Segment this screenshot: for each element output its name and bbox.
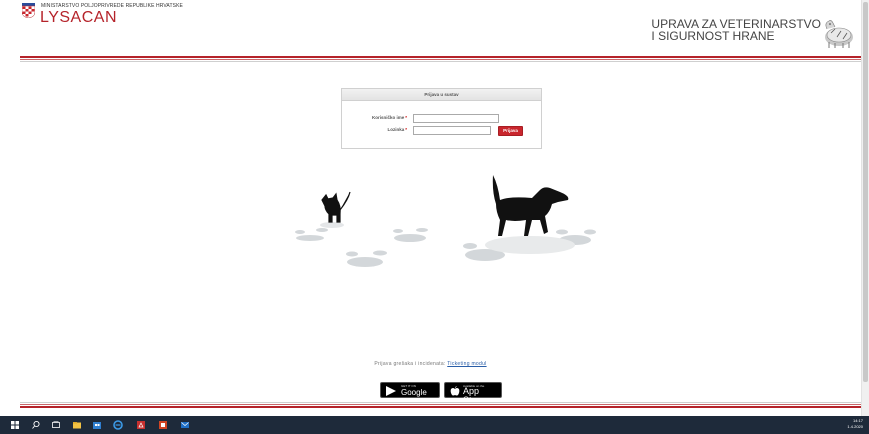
google-play-icon <box>386 386 396 396</box>
login-button[interactable]: Prijava <box>498 126 523 136</box>
taskbar: 14:17 1.4.2020 <box>0 416 869 434</box>
brand-logo[interactable]: LYSACAN <box>40 9 117 27</box>
agency-line-2: I SIGURNOST HRANE <box>651 29 775 43</box>
header-rule <box>20 61 861 62</box>
username-label: Korisničko ime* <box>371 115 407 120</box>
system-clock[interactable]: 14:17 1.4.2020 <box>847 418 863 430</box>
header-rule <box>20 56 861 58</box>
task-view-icon[interactable] <box>51 420 61 430</box>
password-label: Lozinka* <box>387 127 407 132</box>
edge-browser-icon[interactable] <box>113 420 123 430</box>
page-scrollbar[interactable] <box>861 0 869 416</box>
scrollbar-thumb[interactable] <box>863 2 868 382</box>
username-input[interactable] <box>413 114 499 123</box>
report-text: Prijava grešaka i incidenata: <box>374 361 446 367</box>
password-row: Lozinka* Prijava <box>342 126 543 136</box>
store-app-icon[interactable] <box>92 420 102 430</box>
footer-rule <box>20 404 861 405</box>
header: MINISTARSTVO POLJOPRIVREDE REPUBLIKE HRV… <box>0 0 861 54</box>
clock-date: 1.4.2020 <box>847 424 863 429</box>
file-explorer-icon[interactable] <box>72 420 82 430</box>
google-play-badge[interactable]: GET IT ON Google play <box>380 382 440 406</box>
login-panel: Prijava u sustav Korisničko ime* Lozinka… <box>341 88 542 149</box>
windows-start-icon[interactable] <box>10 420 20 430</box>
footer-rule <box>20 402 861 403</box>
password-input[interactable] <box>413 126 491 135</box>
footer-rule <box>20 406 861 408</box>
acrobat-icon[interactable] <box>136 420 146 430</box>
outlook-icon[interactable] <box>180 420 190 430</box>
ticketing-link[interactable]: Ticketing modul <box>447 361 486 367</box>
username-row: Korisničko ime* <box>342 114 543 124</box>
page: MINISTARSTVO POLJOPRIVREDE REPUBLIKE HRV… <box>0 0 869 434</box>
coat-of-arms-icon <box>22 3 35 18</box>
report-line: Prijava grešaka i incidenata: Ticketing … <box>0 361 861 367</box>
cow-logo-icon <box>825 20 853 48</box>
app-store-badge[interactable]: Available on the App Store <box>444 382 502 405</box>
powerpoint-icon[interactable] <box>158 420 168 430</box>
pets-illustration <box>295 175 596 267</box>
login-title: Prijava u sustav <box>342 89 541 101</box>
header-rule <box>20 59 861 60</box>
search-icon[interactable] <box>31 420 41 430</box>
apple-icon <box>450 386 460 396</box>
agency-name: UPRAVA ZA VETERINARSTVO I SIGURNOST HRAN… <box>651 18 821 42</box>
